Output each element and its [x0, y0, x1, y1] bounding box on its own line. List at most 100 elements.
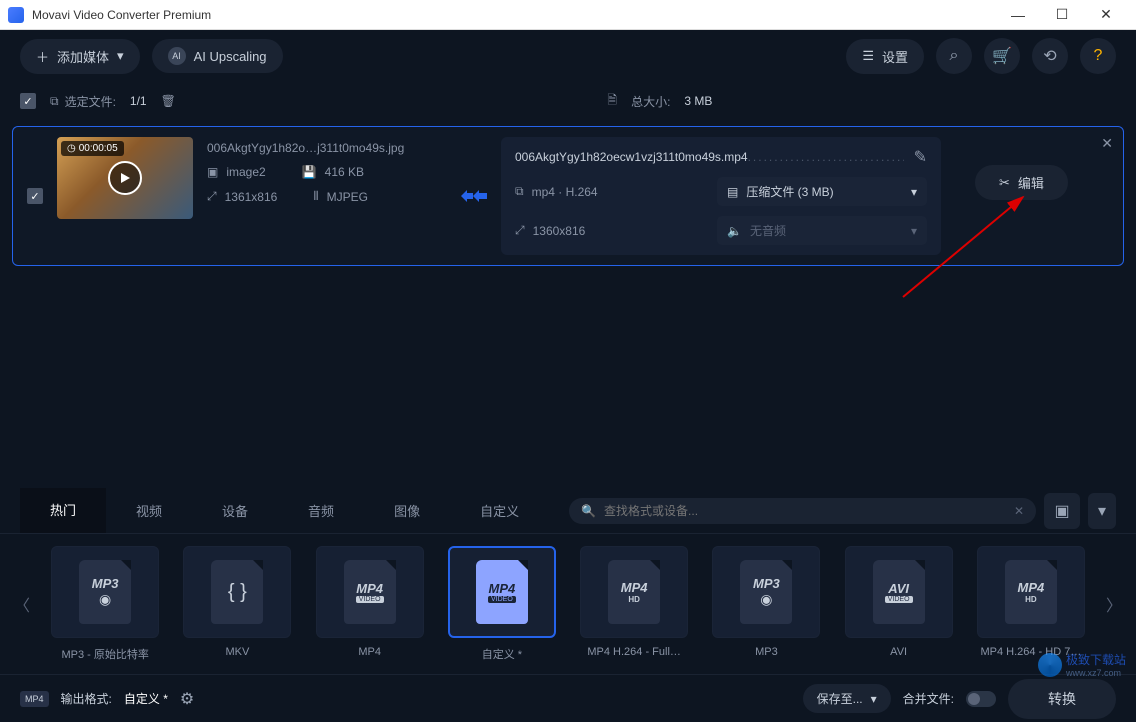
app-body: ＋ 添加媒体 ▾ AI AI Upscaling ☰ 设置 ⌕ 🛒 ⟲ ? ✓ … [0, 30, 1136, 722]
merge-label: 合并文件: [903, 690, 954, 707]
format-label: MP4 H.264 - HD 7… [972, 646, 1090, 658]
source-info: 006AkgtYgy1h82o…j311t0mo49s.jpg ▣image2 … [207, 137, 447, 255]
convert-label: 转换 [1048, 691, 1076, 707]
thumbnail[interactable]: ◷00:00:05 [57, 137, 193, 219]
play-button[interactable] [108, 161, 142, 195]
tab-custom[interactable]: 自定义 [450, 489, 549, 532]
codec-icon: ⦀ [313, 189, 318, 204]
clear-icon[interactable]: ✕ [1014, 504, 1024, 518]
footer-bar: MP4 输出格式: 自定义 * ⚙ 保存至... ▾ 合并文件: 转换 [0, 674, 1136, 722]
save-to-label: 保存至... [817, 690, 863, 707]
format-search-input[interactable] [604, 504, 1006, 518]
convert-arrow-icon [461, 187, 487, 205]
format-card[interactable]: MP3◉MP3 [707, 546, 825, 662]
format-label: MP4 [311, 646, 429, 658]
format-card[interactable]: MP4HDMP4 H.264 - HD 7… [972, 546, 1090, 662]
scissors-icon: ✂ [999, 175, 1010, 191]
format-card[interactable]: MP3◉MP3 - 原始比特率 [46, 546, 164, 662]
output-dimensions: 1360x816 [533, 224, 586, 238]
carousel-next-button[interactable]: 〉 [1100, 592, 1128, 616]
detect-device-button[interactable]: ▣ [1044, 493, 1080, 529]
window-titlebar: Movavi Video Converter Premium — ☐ ✕ [0, 0, 1136, 30]
convert-button[interactable]: 转换 [1008, 679, 1116, 719]
tab-image[interactable]: 图像 [364, 489, 450, 532]
format-label: MKV [178, 646, 296, 658]
file-checkbox[interactable]: ✓ [27, 188, 43, 204]
ai-upscaling-label: AI Upscaling [194, 49, 267, 64]
remove-file-button[interactable]: ✕ [1101, 135, 1113, 152]
image-icon: ▣ [207, 165, 218, 179]
collapse-button[interactable]: ▾ [1088, 493, 1116, 529]
search-icon: 🔍 [581, 504, 596, 518]
settings-label: 设置 [882, 47, 908, 66]
select-all-checkbox[interactable]: ✓ [20, 93, 36, 109]
tab-devices[interactable]: 设备 [192, 489, 278, 532]
output-codec: mp4 · H.264 [532, 185, 598, 199]
chevron-down-icon: ▾ [1098, 501, 1106, 521]
image-label: image2 [226, 165, 265, 179]
edit-button[interactable]: ✂ 编辑 [975, 165, 1068, 200]
format-card[interactable]: AVIVIDEOAVI [840, 546, 958, 662]
carousel-prev-button[interactable]: 〈 [8, 592, 36, 616]
format-card[interactable]: { }MKV [178, 546, 296, 662]
source-codec: MJPEG [327, 190, 368, 204]
format-label: MP4 H.264 - Full… [575, 646, 693, 658]
share-icon: ⟲ [1043, 46, 1056, 66]
device-icon: ▣ [1054, 501, 1069, 521]
help-button[interactable]: ? [1080, 38, 1116, 74]
compress-dropdown[interactable]: ▤压缩文件 (3 MB) ▾ [717, 177, 927, 206]
film-icon: ⧉ [515, 184, 524, 199]
help-icon: ? [1094, 47, 1103, 65]
tab-audio[interactable]: 音频 [278, 489, 364, 532]
clock-icon: ◷ [67, 143, 76, 154]
save-to-dropdown[interactable]: 保存至... ▾ [803, 684, 891, 713]
ai-icon: AI [168, 47, 186, 65]
ai-upscaling-button[interactable]: AI AI Upscaling [152, 39, 283, 73]
add-media-label: 添加媒体 [57, 47, 109, 66]
output-filename: 006AkgtYgy1h82oecw1vzj311t0mo49s.mp4....… [515, 150, 904, 164]
format-label: MP3 [707, 646, 825, 658]
pencil-icon[interactable]: ✎ [914, 147, 927, 167]
file-item[interactable]: ✓ ◷00:00:05 006AkgtYgy1h82o…j311t0mo49s.… [12, 126, 1124, 266]
output-info: 006AkgtYgy1h82oecw1vzj311t0mo49s.mp4....… [501, 137, 941, 255]
format-card[interactable]: MP4HDMP4 H.264 - Full… [575, 546, 693, 662]
trash-button[interactable]: 🗑 [161, 94, 176, 108]
total-size-label: 总大小: [631, 93, 670, 110]
audio-dropdown[interactable]: 🔈无音频 ▾ [717, 216, 927, 245]
copy-icon: ⧉ 选定文件: [50, 93, 116, 110]
cart-button[interactable]: 🛒 [984, 38, 1020, 74]
plus-icon: ＋ [36, 47, 49, 66]
resize-icon: ⤢ [515, 223, 525, 238]
format-search[interactable]: 🔍 ✕ [569, 498, 1036, 524]
format-label: AVI [840, 646, 958, 658]
format-card[interactable]: MP4VIDEO自定义 * [443, 546, 561, 662]
share-button[interactable]: ⟲ [1032, 38, 1068, 74]
output-format-icon: MP4 [20, 691, 49, 707]
source-size: 416 KB [325, 165, 364, 179]
settings-button[interactable]: ☰ 设置 [846, 39, 924, 74]
search-button[interactable]: ⌕ [936, 38, 972, 74]
tab-video[interactable]: 视频 [106, 489, 192, 532]
add-media-button[interactable]: ＋ 添加媒体 ▾ [20, 39, 140, 74]
tab-popular[interactable]: 热门 [20, 488, 106, 533]
no-audio-label: 无音频 [750, 222, 786, 239]
format-card[interactable]: MP4VIDEOMP4 [311, 546, 429, 662]
source-dimensions: 1361x816 [225, 190, 278, 204]
merge-toggle[interactable] [966, 691, 996, 707]
total-size-value: 3 MB [684, 94, 712, 108]
source-filename: 006AkgtYgy1h82o…j311t0mo49s.jpg [207, 141, 447, 155]
window-minimize-button[interactable]: — [996, 1, 1040, 29]
key-icon: ⌕ [950, 47, 959, 65]
edit-label: 编辑 [1018, 173, 1044, 192]
sliders-icon: ☰ [862, 48, 874, 64]
format-tabs: 热门 视频 设备 音频 图像 自定义 🔍 ✕ ▣ ▾ [0, 488, 1136, 534]
format-settings-button[interactable]: ⚙ [180, 689, 194, 709]
compress-label: 压缩文件 (3 MB) [746, 183, 833, 200]
file-icon: 🗎 [607, 91, 617, 112]
window-close-button[interactable]: ✕ [1084, 1, 1128, 29]
app-logo-icon [8, 7, 24, 23]
format-label: 自定义 * [443, 646, 561, 662]
compress-icon: ▤ [727, 185, 738, 199]
audio-icon: 🔈 [727, 224, 742, 238]
window-maximize-button[interactable]: ☐ [1040, 1, 1084, 29]
